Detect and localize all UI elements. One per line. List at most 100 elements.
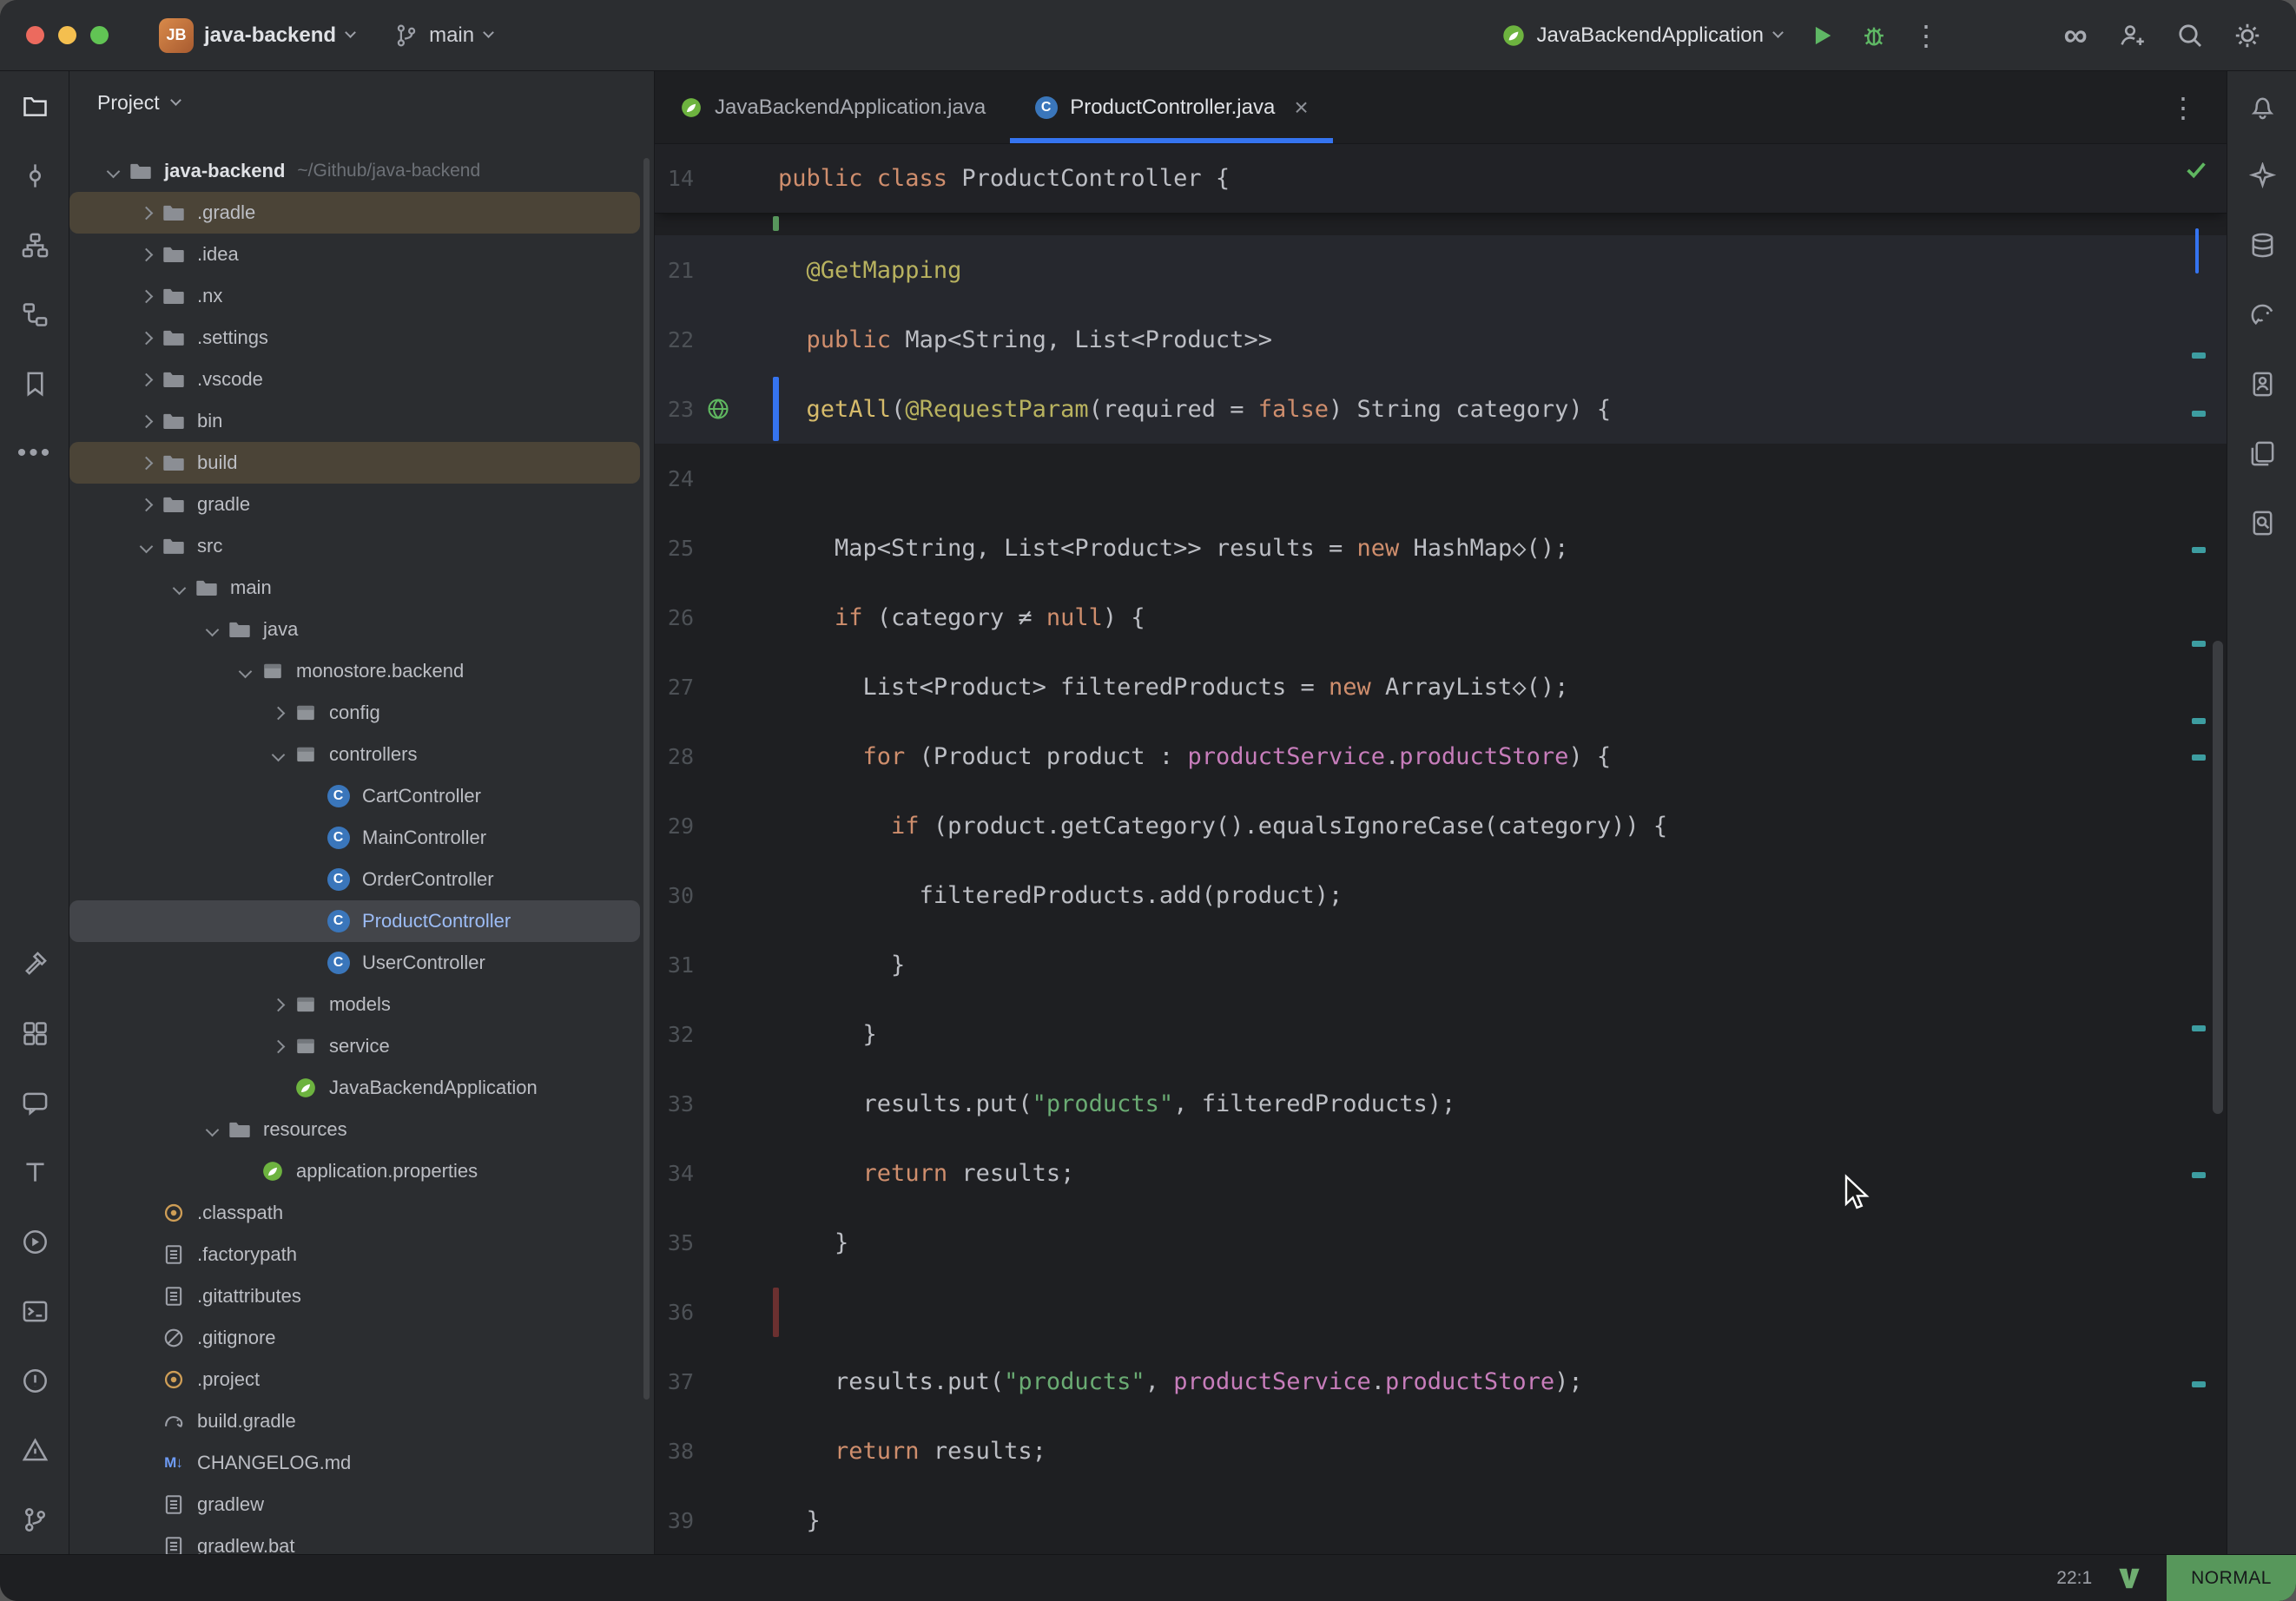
code-line-39[interactable]: 39 } (655, 1486, 2227, 1554)
stripe-mark[interactable] (2192, 411, 2206, 417)
tree-item-.vscode[interactable]: .vscode (69, 359, 640, 400)
stripe-mark[interactable] (2192, 754, 2206, 761)
git-branch-icon[interactable] (0, 1485, 69, 1554)
line-number[interactable]: 27 (655, 675, 694, 700)
code-line-36[interactable]: 36 (655, 1277, 2227, 1347)
code-line-26[interactable]: 26 if (category ≠ null) { (655, 583, 2227, 652)
build-icon[interactable] (0, 929, 69, 998)
tree-item-main[interactable]: main (69, 567, 640, 609)
code-line-14[interactable]: 14public class ProductController { (655, 144, 2227, 214)
close-icon[interactable]: × (1294, 94, 1308, 122)
tree-item-bin[interactable]: bin (69, 400, 640, 442)
terminal-icon[interactable] (0, 1276, 69, 1346)
tree-item-models[interactable]: models (69, 984, 640, 1025)
caret-position[interactable]: 22:1 (2056, 1568, 2092, 1589)
chevron-right-icon[interactable] (134, 250, 158, 260)
chevron-right-icon[interactable] (134, 333, 158, 343)
tree-item-application.properties[interactable]: application.properties (69, 1150, 640, 1192)
code-line-23[interactable]: 23 getAll(@RequestParam(required = false… (655, 374, 2227, 444)
chevron-down-icon[interactable] (101, 167, 125, 176)
chevron-right-icon[interactable] (134, 458, 158, 468)
settings-gear-icon[interactable] (2225, 13, 2270, 58)
tree-item-UserController[interactable]: CUserController (69, 942, 640, 984)
dependencies-icon[interactable] (0, 998, 69, 1068)
structure-icon[interactable] (0, 280, 69, 349)
bookmarks-icon[interactable] (0, 349, 69, 418)
code-line-30[interactable]: 30 filteredProducts.add(product); (655, 860, 2227, 930)
tree-item-config[interactable]: config (69, 692, 640, 734)
branch-widget[interactable]: main (384, 16, 503, 55)
tree-item-MainController[interactable]: CMainController (69, 817, 640, 859)
folded-region[interactable] (655, 214, 2227, 235)
tree-item-gradlew[interactable]: gradlew (69, 1484, 640, 1525)
code-line-37[interactable]: 37 results.put("products", productServic… (655, 1347, 2227, 1416)
project-icon[interactable] (0, 71, 69, 141)
stripe-mark[interactable] (2192, 718, 2206, 724)
stripe-mark[interactable] (2192, 1381, 2206, 1387)
chevron-right-icon[interactable] (134, 500, 158, 510)
chevron-right-icon[interactable] (134, 375, 158, 385)
tab-productcontroller[interactable]: C ProductController.java × (1010, 71, 1332, 143)
tree-item-.gitattributes[interactable]: .gitattributes (69, 1275, 640, 1317)
stripe-mark[interactable] (2192, 547, 2206, 553)
tree-item-gradle[interactable]: gradle (69, 484, 640, 525)
stripe-mark[interactable] (2192, 641, 2206, 647)
tree-item-build.gradle[interactable]: build.gradle (69, 1400, 640, 1442)
code-line-29[interactable]: 29 if (product.getCategory().equalsIgnor… (655, 791, 2227, 860)
tree-item-OrderController[interactable]: COrderController (69, 859, 640, 900)
stripe-mark[interactable] (2192, 1172, 2206, 1178)
code-line-28[interactable]: 28 for (Product product : productService… (655, 721, 2227, 791)
tree-item-resources[interactable]: resources (69, 1109, 640, 1150)
tree-item-gradlew.bat[interactable]: gradlew.bat (69, 1525, 640, 1554)
vim-mode-badge[interactable]: NORMAL (2167, 1555, 2296, 1601)
code-editor[interactable]: 14public class ProductController { 21 @G… (655, 144, 2227, 1554)
line-number[interactable]: 31 (655, 952, 694, 978)
tree-item-java-backend[interactable]: java-backend~/Github/java-backend (69, 150, 640, 192)
inspections-ok-icon[interactable] (2183, 156, 2209, 182)
code-line-34[interactable]: 34 return results; (655, 1138, 2227, 1208)
code-with-me-icon[interactable] (2110, 13, 2155, 58)
vcs-icon[interactable] (0, 210, 69, 280)
more-icon[interactable]: ••• (0, 418, 69, 488)
run-config-selector[interactable]: JavaBackendApplication (1491, 16, 1792, 55)
line-number[interactable]: 33 (655, 1091, 694, 1117)
chevron-right-icon[interactable] (266, 1000, 290, 1010)
line-number[interactable]: 34 (655, 1161, 694, 1186)
chevron-down-icon[interactable] (167, 583, 191, 593)
code-line-33[interactable]: 33 results.put("products", filteredProdu… (655, 1069, 2227, 1138)
profiler-icon[interactable] (2227, 349, 2296, 418)
line-number[interactable]: 28 (655, 744, 694, 769)
minimize-window-button[interactable] (58, 26, 76, 44)
code-line-32[interactable]: 32 } (655, 999, 2227, 1069)
chevron-down-icon[interactable] (134, 542, 158, 551)
project-widget[interactable]: JB java-backend (148, 11, 365, 60)
line-number[interactable]: 38 (655, 1439, 694, 1464)
tree-item-.settings[interactable]: .settings (69, 317, 640, 359)
tree-item-monostore.backend[interactable]: monostore.backend (69, 650, 640, 692)
chevron-down-icon[interactable] (266, 750, 290, 760)
tree-item-.nx[interactable]: .nx (69, 275, 640, 317)
tree-item-.project[interactable]: .project (69, 1359, 640, 1400)
tree-item-.classpath[interactable]: .classpath (69, 1192, 640, 1234)
stripe-mark[interactable] (2192, 352, 2206, 359)
tree-item-src[interactable]: src (69, 525, 640, 567)
editor-scrollbar[interactable] (2213, 641, 2223, 1114)
more-actions-icon[interactable]: ⋮ (1903, 13, 1949, 58)
tree-item-.gradle[interactable]: .gradle (69, 192, 640, 234)
ai-assistant-icon[interactable]: ∞ (2053, 13, 2098, 58)
commit-icon[interactable] (0, 141, 69, 210)
run-icon[interactable] (0, 1207, 69, 1276)
todo-icon[interactable] (0, 1137, 69, 1207)
line-number[interactable]: 39 (655, 1508, 694, 1533)
zoom-window-button[interactable] (90, 26, 109, 44)
tab-javabackendapplication[interactable]: JavaBackendApplication.java (655, 71, 1010, 143)
tree-item-CartController[interactable]: CCartController (69, 775, 640, 817)
line-number[interactable]: 24 (655, 466, 694, 491)
tab-options-icon[interactable]: ⋮ (2169, 91, 2227, 124)
find-icon[interactable] (2227, 488, 2296, 557)
database-icon[interactable] (2227, 210, 2296, 280)
ai-chat-icon[interactable] (0, 1068, 69, 1137)
code-line-31[interactable]: 31 } (655, 930, 2227, 999)
problems-icon[interactable] (0, 1346, 69, 1415)
line-number[interactable]: 37 (655, 1369, 694, 1394)
